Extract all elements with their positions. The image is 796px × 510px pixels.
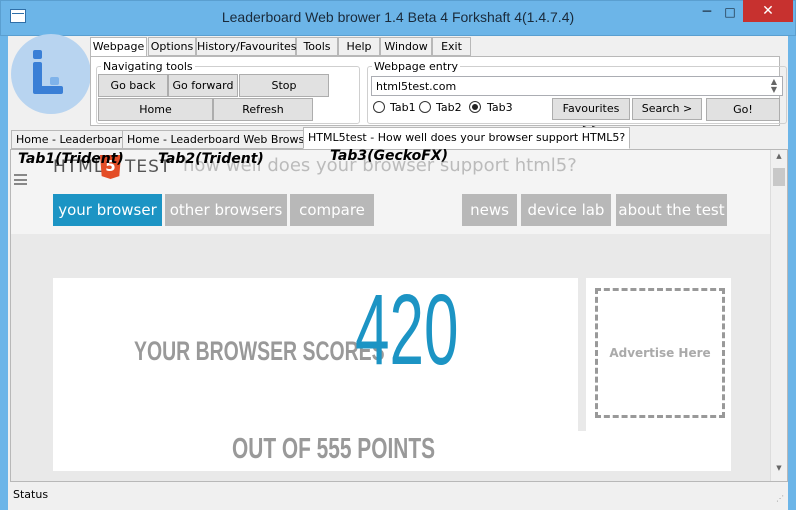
menu-tab-help[interactable]: Help — [338, 37, 380, 56]
favourites-button[interactable]: Favourites >> — [552, 98, 630, 135]
score-value: 420 — [355, 274, 459, 386]
resize-grip-icon[interactable]: ⋰ — [776, 494, 786, 504]
window-border-left — [0, 36, 8, 510]
status-bar: Status — [13, 488, 49, 501]
home-button[interactable]: Home — [98, 98, 213, 121]
menu-tab-window[interactable]: Window — [380, 37, 432, 56]
browser-tab-1[interactable]: Home - Leaderboard — [11, 130, 134, 149]
nav-news[interactable]: news — [462, 194, 517, 226]
webpage-entry-legend: Webpage entry — [374, 60, 459, 73]
annotation-tab2: Tab2(Trident) — [158, 151, 264, 167]
menu-tab-options[interactable]: Options — [148, 37, 196, 56]
scroll-down-icon[interactable]: ▼ — [773, 464, 785, 474]
scroll-up-icon[interactable]: ▲ — [773, 152, 785, 162]
go-back-button[interactable]: Go back — [98, 74, 168, 97]
tab3-radio-label: Tab3 — [487, 101, 513, 114]
go-forward-button[interactable]: Go forward — [168, 74, 238, 97]
score-label: YOUR BROWSER SCORES — [134, 336, 385, 366]
nav-device-lab[interactable]: device lab — [521, 194, 611, 226]
maximize-button[interactable]: □ — [715, 1, 745, 23]
panel-divider — [53, 471, 731, 481]
menu-tab-exit[interactable]: Exit — [432, 37, 471, 56]
nav-about-the-test[interactable]: about the test — [616, 194, 727, 226]
tab1-radio[interactable] — [373, 101, 385, 113]
window-title: Leaderboard Web brower 1.4 Beta 4 Forksh… — [221, 9, 575, 25]
tab1-radio-label: Tab1 — [390, 101, 416, 114]
refresh-button[interactable]: Refresh — [213, 98, 313, 121]
annotation-tab3: Tab3(GeckoFX) — [330, 148, 448, 164]
close-button[interactable]: ✕ — [743, 0, 793, 22]
url-input[interactable]: html5test.com — [371, 76, 783, 96]
web-content[interactable]: HTML 5 TEST how well does your browser s… — [11, 150, 770, 481]
scroll-thumb[interactable] — [773, 168, 785, 186]
tab2-radio[interactable] — [419, 101, 431, 113]
vertical-scrollbar[interactable]: ▲ ▼ — [770, 150, 787, 481]
browser-tab-3[interactable]: HTML5test - How well does your browser s… — [303, 127, 631, 149]
out-of-points: OUT OF 555 POINTS — [232, 433, 436, 465]
url-combo-arrows-icon[interactable]: ▲ ▼ — [767, 78, 781, 94]
annotation-tab1: Tab1(Trident) — [18, 151, 124, 167]
stop-button[interactable]: Stop — [239, 74, 329, 97]
menu-tab-webpage[interactable]: Webpage — [90, 37, 147, 57]
nav-other-browsers[interactable]: other browsers — [165, 194, 287, 226]
navigating-tools-legend: Navigating tools — [103, 60, 193, 73]
window-border-right — [788, 36, 796, 510]
tab2-radio-label: Tab2 — [436, 101, 462, 114]
tab3-radio[interactable] — [469, 101, 481, 113]
search-button[interactable]: Search > — [632, 98, 702, 120]
advertise-here-box[interactable]: Advertise Here — [595, 288, 725, 418]
leaderboard-logo — [11, 34, 91, 114]
browser-tab-2[interactable]: Home - Leaderboard Web Browser — [122, 130, 321, 149]
go-button[interactable]: Go! — [706, 98, 780, 121]
nav-compare[interactable]: compare — [290, 194, 374, 226]
menu-tab-tools[interactable]: Tools — [296, 37, 338, 56]
hamburger-menu-icon[interactable] — [14, 174, 27, 185]
nav-your-browser[interactable]: your browser — [53, 194, 162, 226]
menu-tab-history[interactable]: History/Favourites — [196, 37, 297, 56]
